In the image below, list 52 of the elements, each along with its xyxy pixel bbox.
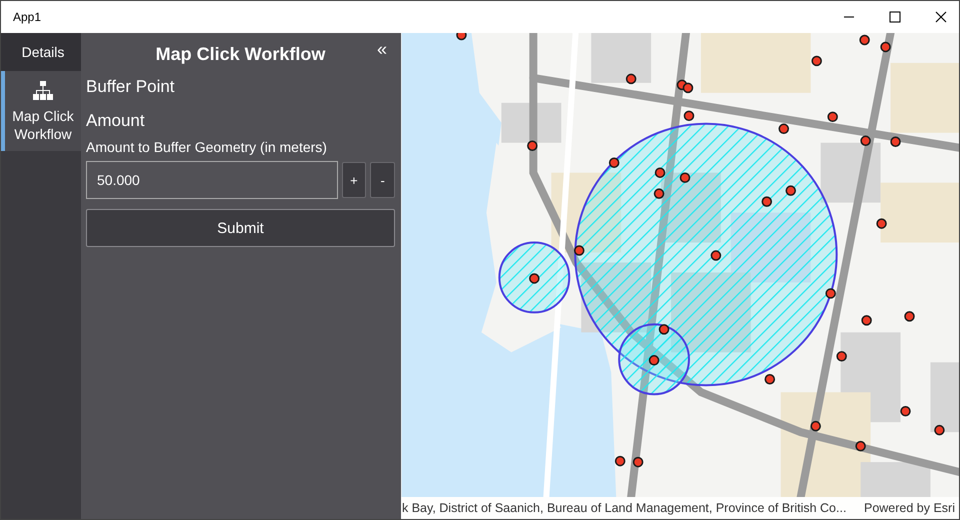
decrement-button[interactable]: - xyxy=(370,162,395,198)
close-icon[interactable] xyxy=(935,11,947,23)
increment-button[interactable]: + xyxy=(342,162,366,198)
collapse-button[interactable]: « xyxy=(374,39,389,59)
point-marker[interactable] xyxy=(710,250,722,261)
powered-by-text: Powered by Esri xyxy=(864,501,955,515)
point-marker[interactable] xyxy=(529,273,540,284)
maximize-icon[interactable] xyxy=(889,11,901,23)
point-marker[interactable] xyxy=(654,188,664,199)
point-marker[interactable] xyxy=(456,33,467,40)
subsection-heading: Amount xyxy=(86,111,146,131)
point-marker[interactable] xyxy=(859,34,870,46)
panel-title: Map Click Workflow xyxy=(156,44,326,64)
point-marker[interactable] xyxy=(890,136,901,147)
nav-tab[interactable]: Details xyxy=(1,33,81,71)
point-marker[interactable] xyxy=(764,374,776,384)
point-marker[interactable] xyxy=(876,218,887,229)
point-marker[interactable] xyxy=(684,110,694,122)
submit-button[interactable]: Submit xyxy=(86,209,395,247)
nav-tab[interactable]: Map Click Workflow xyxy=(1,71,81,151)
point-marker[interactable] xyxy=(574,245,584,256)
point-marker[interactable] xyxy=(654,167,666,178)
point-marker[interactable] xyxy=(836,351,847,362)
point-marker[interactable] xyxy=(880,42,891,52)
section-heading: Buffer Point xyxy=(86,77,176,97)
point-marker[interactable] xyxy=(855,440,866,452)
field-label: Amount to Buffer Geometry (in meters) xyxy=(86,139,328,155)
amount-field[interactable]: 50.000 xyxy=(86,161,338,199)
hierarchy-icon xyxy=(33,81,53,101)
point-marker[interactable] xyxy=(608,157,620,168)
point-marker[interactable] xyxy=(904,311,915,322)
point-marker[interactable] xyxy=(648,355,660,366)
point-marker[interactable] xyxy=(680,172,690,183)
point-marker[interactable] xyxy=(762,196,772,207)
point-marker[interactable] xyxy=(632,456,644,468)
point-marker[interactable] xyxy=(827,112,838,122)
point-marker[interactable] xyxy=(861,315,872,326)
point-marker[interactable] xyxy=(786,185,796,196)
point-marker[interactable] xyxy=(527,140,538,151)
point-marker[interactable] xyxy=(626,74,636,84)
point-marker[interactable] xyxy=(614,456,626,466)
point-marker[interactable] xyxy=(860,136,871,146)
map-attribution: k Bay, District of Saanich, Bureau of Land Management, Province of British Co... xyxy=(402,501,846,515)
window-title: App1 xyxy=(13,10,42,24)
point-marker[interactable] xyxy=(811,56,822,66)
point-marker[interactable] xyxy=(658,324,670,335)
point-marker[interactable] xyxy=(810,420,821,432)
point-marker[interactable] xyxy=(825,288,836,299)
point-marker[interactable] xyxy=(682,82,694,94)
point-marker[interactable] xyxy=(900,406,911,416)
point-marker[interactable] xyxy=(778,124,790,134)
point-marker[interactable] xyxy=(934,424,945,436)
